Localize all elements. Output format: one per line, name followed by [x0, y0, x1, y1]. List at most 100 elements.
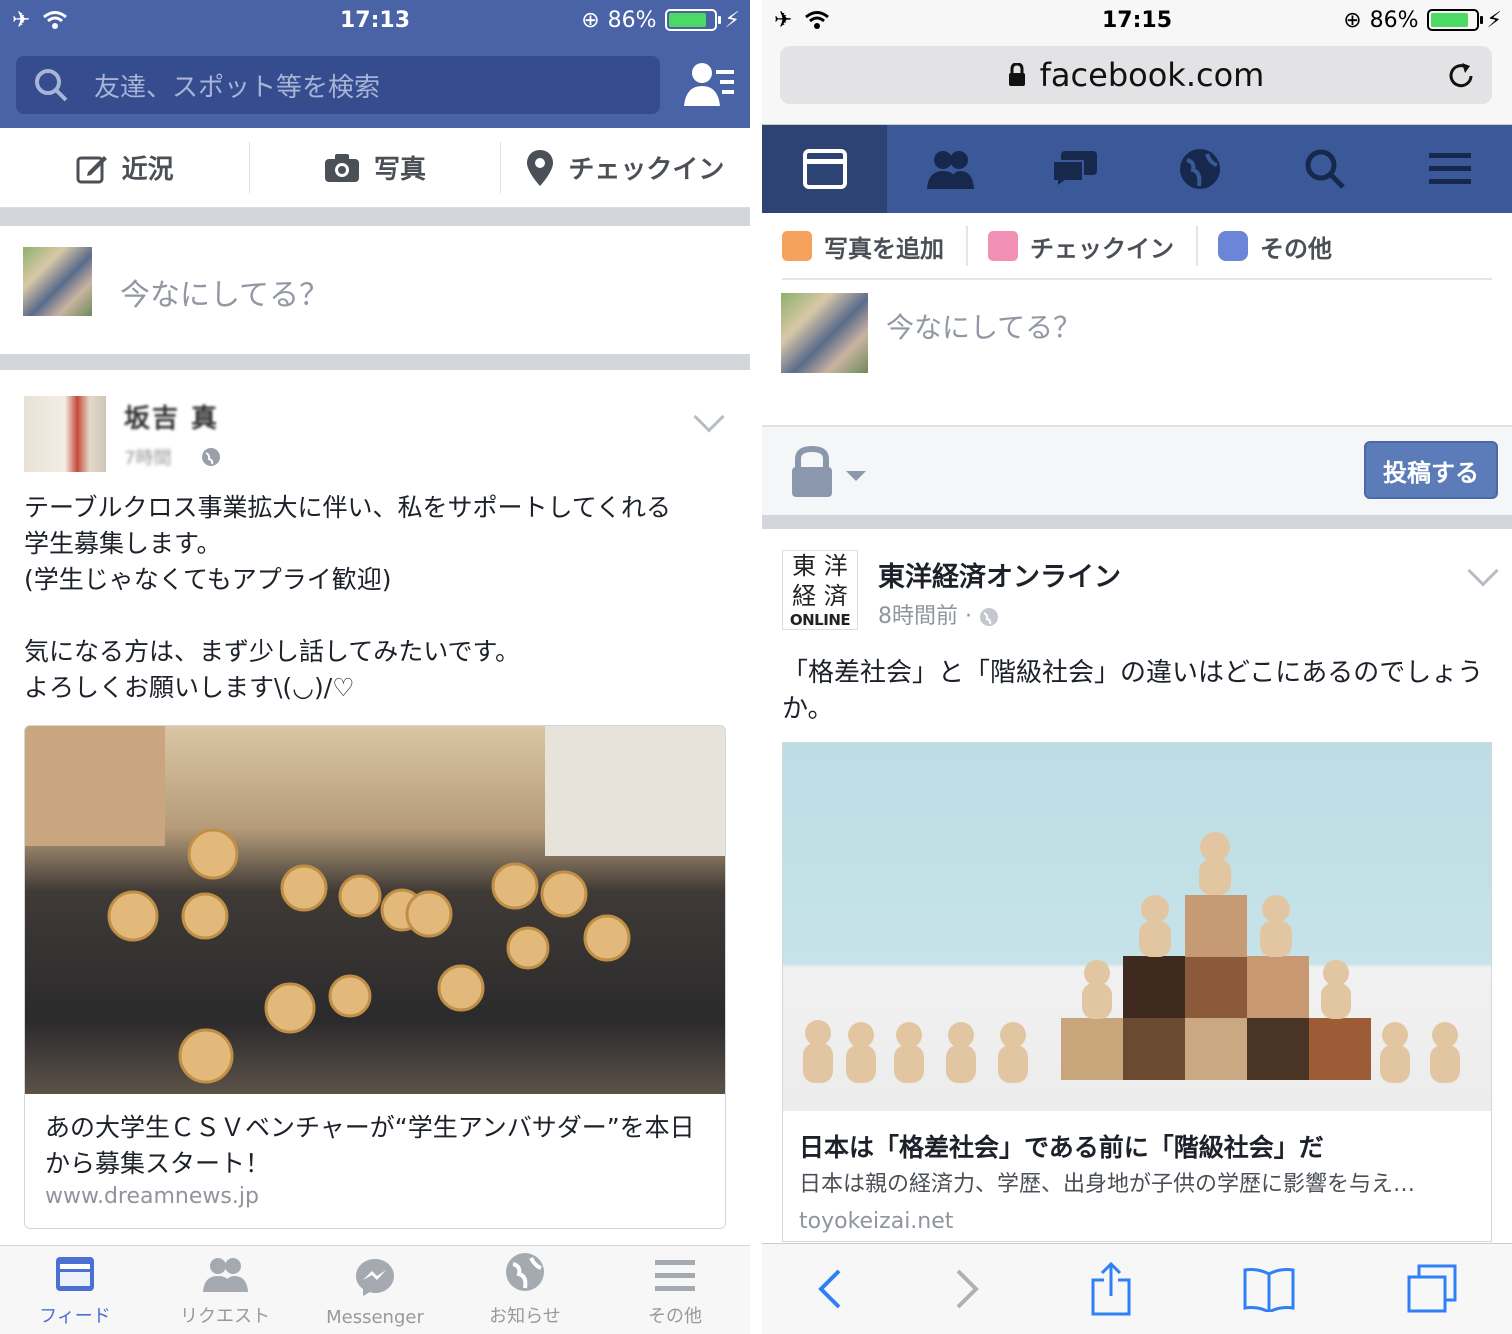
add-photo-label: 写真を追加 — [824, 234, 944, 263]
bookmarks-icon[interactable] — [1242, 1266, 1296, 1312]
menu-icon — [655, 1260, 695, 1291]
checkin-label: チェックイン — [1030, 234, 1174, 263]
tab-feed[interactable]: フィード — [0, 1246, 150, 1334]
post-time[interactable]: 8時間前 · — [878, 604, 972, 629]
friend-list-icon[interactable] — [684, 60, 736, 110]
nav-menu[interactable] — [1387, 125, 1512, 213]
tab-notifications[interactable]: お知らせ — [450, 1246, 600, 1334]
wooden-pegs-illustration — [803, 832, 1460, 1083]
more-button[interactable]: その他 — [1218, 226, 1354, 266]
status-update-label: 近況 — [121, 155, 174, 185]
charging-icon: ⚡ — [724, 7, 740, 33]
link-preview-card[interactable]: 日本は「格差社会」である前に「階級社会」だ 日本は親の経済力、学歴、出身地が子供… — [782, 742, 1492, 1242]
link-url: www.dreamnews.jp — [45, 1184, 259, 1209]
search-input[interactable]: 友達、スポット等を検索 — [16, 56, 660, 114]
tab-requests[interactable]: リクエスト — [150, 1246, 300, 1334]
smiley-icon — [1218, 231, 1248, 261]
tab-requests-label: リクエスト — [180, 1306, 270, 1327]
news-feed-icon — [56, 1257, 94, 1291]
tab-notifications-label: お知らせ — [489, 1306, 561, 1327]
globe-icon — [202, 448, 221, 466]
post-author[interactable]: 坂吉 真 — [124, 398, 219, 435]
battery-percent: 86% — [1369, 7, 1419, 33]
location-pin-icon — [527, 149, 554, 186]
section-divider — [0, 354, 750, 370]
news-feed-post: 坂吉 真 7時間 テーブルクロス事業拡大に伴い、私をサポートしてくれる 学生募集… — [0, 370, 750, 1245]
camera-icon — [324, 153, 359, 182]
section-divider — [762, 515, 1512, 529]
reload-icon[interactable] — [1446, 61, 1476, 91]
post-time[interactable]: 7時間 — [124, 444, 171, 470]
battery-icon — [664, 9, 721, 31]
globe-icon — [506, 1253, 544, 1291]
nav-friend-requests[interactable] — [887, 125, 1012, 213]
post-privacy-bar: 投稿する — [762, 425, 1512, 515]
checkin-button[interactable]: チェックイン — [501, 142, 750, 193]
status-update-button[interactable]: 近況 — [0, 142, 251, 193]
back-icon[interactable] — [817, 1269, 843, 1309]
safari-bottom-toolbar — [762, 1243, 1512, 1334]
link-description: 日本は親の経済力、学歴、出身地が子供の学歴に影響を与え… — [799, 1172, 1416, 1197]
messages-icon — [1051, 151, 1097, 189]
friend-requests-icon — [203, 1258, 248, 1292]
battery-icon — [1426, 9, 1483, 31]
search-icon — [1305, 149, 1345, 189]
status-bar: ✈ 17:15 ⊕ 86% ⚡ — [762, 0, 1512, 40]
logo-line-2: 経 済 — [792, 582, 848, 610]
friend-requests-icon — [926, 151, 974, 189]
avatar — [781, 293, 868, 373]
share-icon[interactable] — [1090, 1262, 1132, 1316]
author-avatar[interactable] — [24, 396, 106, 472]
post-options-chevron-icon[interactable] — [693, 401, 725, 433]
status-composer[interactable]: 今なにしてる？ — [0, 226, 750, 354]
globe-icon — [979, 608, 998, 626]
tabs-icon[interactable] — [1407, 1264, 1457, 1314]
post-options-chevron-icon[interactable] — [1467, 555, 1499, 587]
photo-button[interactable]: 写真 — [250, 142, 501, 193]
screen-gap — [750, 0, 762, 1334]
nav-notifications[interactable] — [1137, 125, 1262, 213]
address-bar[interactable]: facebook.com — [780, 46, 1492, 104]
privacy-lock-icon[interactable] — [790, 445, 870, 497]
nav-messages[interactable] — [1012, 125, 1137, 213]
checkin-button[interactable]: チェックイン — [988, 226, 1198, 266]
safari-top-bar: ✈ 17:15 ⊕ 86% ⚡ facebook.com — [762, 0, 1512, 125]
add-photo-button[interactable]: 写真を追加 — [782, 226, 968, 266]
tab-messenger[interactable]: Messenger — [300, 1246, 450, 1334]
page-logo[interactable]: 東 洋 経 済 ONLINE — [782, 550, 858, 630]
location-pin-icon — [988, 231, 1018, 261]
forward-icon[interactable] — [954, 1269, 980, 1309]
nav-news-feed[interactable] — [762, 125, 887, 213]
nav-search[interactable] — [1262, 125, 1387, 213]
composer-actions: 写真を追加 チェックイン その他 — [782, 214, 1492, 280]
link-title: 日本は「格差社会」である前に「階級社会」だ — [799, 1133, 1324, 1162]
post-meta: 7時間 — [124, 444, 221, 470]
logo-line-3: ONLINE — [789, 611, 851, 629]
globe-icon — [1179, 149, 1220, 189]
status-placeholder: 今なにしてる？ — [886, 311, 1082, 344]
link-title: あの大学生ＣＳＶベンチャーが“学生アンバサダー”を本日から募集スタート！ — [45, 1113, 695, 1178]
group-photo-illustration — [25, 726, 725, 1084]
link-preview-card[interactable]: あの大学生ＣＳＶベンチャーが“学生アンバサダー”を本日から募集スタート！ www… — [24, 725, 726, 1229]
tab-more[interactable]: その他 — [600, 1246, 750, 1334]
battery-percent: 86% — [607, 7, 657, 33]
search-placeholder: 友達、スポット等を検索 — [94, 72, 381, 103]
post-meta: 8時間前 · — [878, 598, 999, 630]
post-author[interactable]: 東洋経済オンライン — [878, 555, 1121, 594]
composer-actions: 近況 写真 チェックイン — [0, 128, 750, 208]
tab-more-label: その他 — [648, 1306, 702, 1327]
link-preview-image — [25, 726, 725, 1094]
post-button[interactable]: 投稿する — [1364, 441, 1498, 499]
facebook-app-screen: ✈ 17:13 ⊕ 86% ⚡ 友達、スポット等を検索 近況 写真 チェックイン… — [0, 0, 750, 1334]
messenger-icon — [356, 1259, 394, 1296]
tab-feed-label: フィード — [39, 1306, 111, 1327]
rotation-lock-icon: ⊕ — [1343, 7, 1362, 33]
status-bar: ✈ 17:13 ⊕ 86% ⚡ — [0, 0, 750, 40]
facebook-mobile-nav — [762, 125, 1512, 213]
post-body: テーブルクロス事業拡大に伴い、私をサポートしてくれる 学生募集します。 (学生じ… — [24, 493, 672, 702]
charging-icon: ⚡ — [1486, 7, 1502, 33]
tab-messenger-label: Messenger — [326, 1307, 424, 1328]
bottom-tab-bar: フィード リクエスト Messenger お知らせ その他 — [0, 1245, 750, 1334]
edit-icon — [76, 155, 107, 183]
news-feed-icon — [802, 149, 847, 189]
